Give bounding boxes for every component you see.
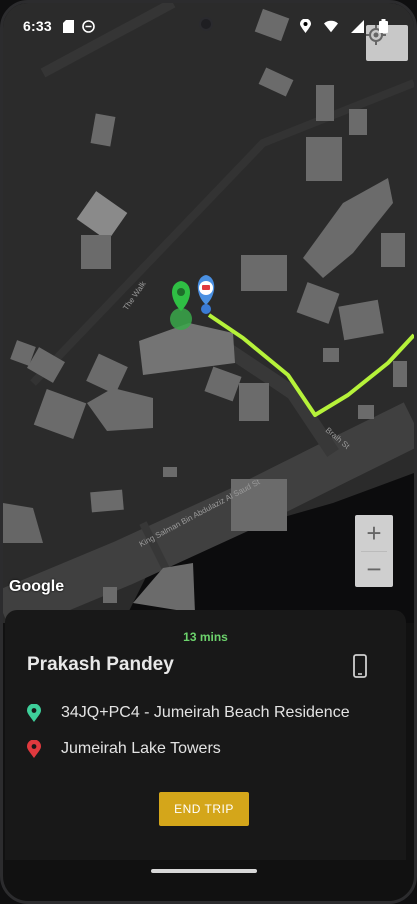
dropoff-pin-icon: [27, 740, 41, 758]
pickup-pin-icon: [27, 704, 41, 722]
front-camera: [199, 17, 213, 31]
zoom-controls: + −: [355, 515, 393, 587]
eta-label: 13 mins: [183, 630, 228, 644]
app-notification-icon: [82, 19, 96, 33]
sd-card-icon: [62, 19, 76, 33]
dropoff-address: Jumeirah Lake Towers: [61, 740, 221, 757]
zoom-out-button[interactable]: −: [355, 552, 393, 588]
home-indicator[interactable]: [151, 869, 257, 873]
phone-call-icon[interactable]: [350, 654, 370, 678]
end-trip-button[interactable]: END TRIP: [159, 792, 249, 826]
pickup-address: 34JQ+PC4 - Jumeirah Beach Residence: [61, 704, 350, 721]
location-icon: [298, 19, 312, 33]
trip-details-sheet: 13 mins Prakash Pandey 34JQ+PC4 - Jumeir…: [5, 610, 406, 860]
dropoff-row: Jumeirah Lake Towers: [27, 740, 387, 758]
battery-icon: [376, 19, 390, 33]
signal-icon: [350, 19, 364, 33]
wifi-icon: [324, 19, 338, 33]
phone-frame: King Salman Bin Abdulaziz Al Saud St Bra…: [0, 0, 417, 904]
driver-name: Prakash Pandey: [27, 654, 174, 675]
map-canvas[interactable]: King Salman Bin Abdulaziz Al Saud St Bra…: [3, 3, 414, 623]
pickup-row: 34JQ+PC4 - Jumeirah Beach Residence: [27, 704, 387, 722]
zoom-in-button[interactable]: +: [355, 515, 393, 551]
status-time: 6:33: [23, 18, 52, 34]
google-attribution: Google: [9, 578, 65, 595]
map-view[interactable]: King Salman Bin Abdulaziz Al Saud St Bra…: [3, 3, 414, 623]
